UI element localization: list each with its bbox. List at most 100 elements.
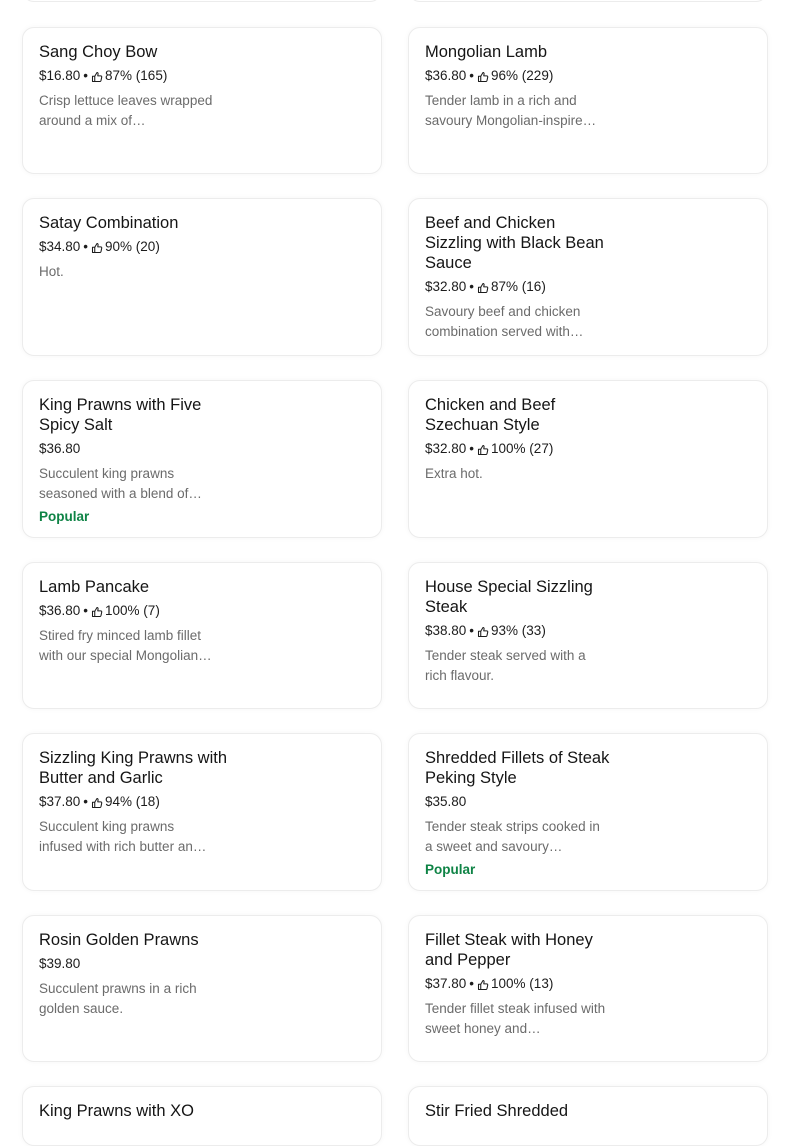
menu-item-price: $36.80 [425,68,467,83]
menu-item-text-block: Sizzling King Prawns with Butter and Gar… [39,748,227,857]
thumbs-up-icon [91,70,103,83]
menu-item-rating: 100% (7) [105,603,160,618]
menu-item-text-block: Stir Fried Shredded [425,1101,613,1121]
menu-item-grid: Sang Choy Bow $16.80 • 87% (165) Crisp lettu… [0,0,804,1146]
menu-item-price: $35.80 [425,794,467,809]
menu-item-card[interactable]: Lamb Pancake $36.80 • 100% (7) Stired fry mi… [22,562,382,709]
meta-separator: • [469,279,475,294]
menu-item-rating: 93% (33) [491,623,546,638]
menu-item-rating: 94% (18) [105,794,160,809]
menu-item-description: Tender steak served with a rich flavour. [425,648,586,683]
meta-separator: • [83,239,89,254]
menu-item-price: $39.80 [39,956,81,971]
menu-item-card-partial-top-left[interactable] [22,0,382,2]
meta-separator: • [469,976,475,991]
menu-item-card[interactable]: Sang Choy Bow $16.80 • 87% (165) Crisp lettu… [22,27,382,174]
menu-item-text-block: Lamb Pancake $36.80 • 100% (7) Stired fry mi… [39,577,227,666]
menu-item-description: Succulent king prawns infused with rich … [39,819,207,854]
menu-item-text-block: House Special Sizzling Steak $38.80 • 93% (… [425,577,613,686]
menu-item-description: Savoury beef and chicken combination ser… [425,304,584,339]
menu-item-name: King Prawns with Five Spicy Salt [39,396,202,434]
menu-item-meta: $36.80 • 100% (7) [39,602,227,620]
menu-item-name: Lamb Pancake [39,578,150,596]
meta-separator: • [469,441,475,456]
menu-item-price: $32.80 [425,279,467,294]
menu-item-name: Beef and Chicken Sizzling with Black Bea… [425,214,604,272]
menu-item-card[interactable]: Stir Fried Shredded [408,1086,768,1146]
menu-item-description: Succulent king prawns seasoned with a bl… [39,466,202,501]
menu-item-card[interactable]: King Prawns with XO [22,1086,382,1146]
menu-item-description: Stired fry minced lamb fillet with our s… [39,628,212,663]
menu-item-meta: $37.80 • 94% (18) [39,793,227,811]
thumbs-up-icon [477,443,489,456]
menu-item-card[interactable]: Rosin Golden Prawns $39.80 Succulent prawn… [22,915,382,1062]
menu-item-meta: $36.80 [39,440,227,458]
thumbs-up-icon [477,625,489,638]
popular-badge: Popular [39,509,90,524]
menu-item-card[interactable]: Mongolian Lamb $36.80 • 96% (229) Tender lam… [408,27,768,174]
menu-item-description: Tender fillet steak infused with sweet h… [425,1001,606,1036]
menu-item-rating: 87% (165) [105,68,168,83]
menu-item-text-block: Mongolian Lamb $36.80 • 96% (229) Tender lam… [425,42,613,131]
menu-item-description: Tender steak strips cooked in a sweet an… [425,819,600,854]
menu-item-card-partial-top-right[interactable] [408,0,768,2]
menu-item-meta: $35.80 [425,793,613,811]
menu-item-text-block: Rosin Golden Prawns $39.80 Succulent prawn… [39,930,227,1019]
menu-item-price: $36.80 [39,603,81,618]
meta-separator: • [469,68,475,83]
thumbs-up-icon [91,241,103,254]
menu-item-rating: 100% (13) [491,976,554,991]
thumbs-up-icon [477,281,489,294]
menu-item-price: $37.80 [39,794,81,809]
menu-item-name: Sang Choy Bow [39,43,158,61]
menu-item-card[interactable]: Sizzling King Prawns with Butter and Gar… [22,733,382,891]
menu-item-name: Mongolian Lamb [425,43,547,61]
menu-item-meta: $16.80 • 87% (165) [39,67,227,85]
menu-item-price: $32.80 [425,441,467,456]
menu-item-description: Hot. [39,264,64,279]
meta-separator: • [83,68,89,83]
menu-item-text-block: Sang Choy Bow $16.80 • 87% (165) Crisp lettu… [39,42,227,131]
menu-item-card[interactable]: Shredded Fillets of Steak Peking Style $3… [408,733,768,891]
thumbs-up-icon [91,605,103,618]
menu-item-name: Shredded Fillets of Steak Peking Style [425,749,610,787]
menu-item-card[interactable]: Chicken and Beef Szechuan Style $32.80 • 10… [408,380,768,538]
menu-item-price: $16.80 [39,68,81,83]
menu-item-meta: $39.80 [39,955,227,973]
menu-item-text-block: Satay Combination $34.80 • 90% (20) Hot. [39,213,227,282]
menu-item-name: Sizzling King Prawns with Butter and Gar… [39,749,227,787]
menu-item-meta: $37.80 • 100% (13) [425,975,613,993]
menu-item-description: Extra hot. [425,466,483,481]
menu-item-meta: $36.80 • 96% (229) [425,67,613,85]
menu-item-price: $36.80 [39,441,81,456]
thumbs-up-icon [477,70,489,83]
menu-item-text-block: King Prawns with Five Spicy Salt $36.80 Su… [39,395,227,526]
menu-item-card[interactable]: Satay Combination $34.80 • 90% (20) Hot. [22,198,382,356]
menu-item-card[interactable]: House Special Sizzling Steak $38.80 • 93% (… [408,562,768,709]
menu-item-rating: 87% (16) [491,279,546,294]
menu-item-name: House Special Sizzling Steak [425,578,593,616]
menu-item-rating: 100% (27) [491,441,554,456]
menu-item-name: King Prawns with XO [39,1102,194,1120]
menu-item-card[interactable]: Fillet Steak with Honey and Pepper $37.80… [408,915,768,1062]
menu-item-name: Satay Combination [39,214,179,232]
menu-item-meta: $34.80 • 90% (20) [39,238,227,256]
menu-item-description: Crisp lettuce leaves wrapped around a mi… [39,93,213,128]
menu-item-name: Fillet Steak with Honey and Pepper [425,931,593,969]
meta-separator: • [469,623,475,638]
menu-item-text-block: Beef and Chicken Sizzling with Black Bea… [425,213,613,342]
menu-item-meta: $32.80 • 100% (27) [425,440,613,458]
menu-item-meta: $32.80 • 87% (16) [425,278,613,296]
menu-item-price: $34.80 [39,239,81,254]
popular-badge: Popular [425,862,476,877]
menu-item-text-block: Chicken and Beef Szechuan Style $32.80 • 10… [425,395,613,484]
menu-item-rating: 96% (229) [491,68,554,83]
menu-item-meta: $38.80 • 93% (33) [425,622,613,640]
menu-item-card[interactable]: King Prawns with Five Spicy Salt $36.80 Su… [22,380,382,538]
menu-item-price: $37.80 [425,976,467,991]
menu-item-name: Rosin Golden Prawns [39,931,199,949]
menu-item-card[interactable]: Beef and Chicken Sizzling with Black Bea… [408,198,768,356]
menu-item-price: $38.80 [425,623,467,638]
thumbs-up-icon [477,978,489,991]
meta-separator: • [83,794,89,809]
